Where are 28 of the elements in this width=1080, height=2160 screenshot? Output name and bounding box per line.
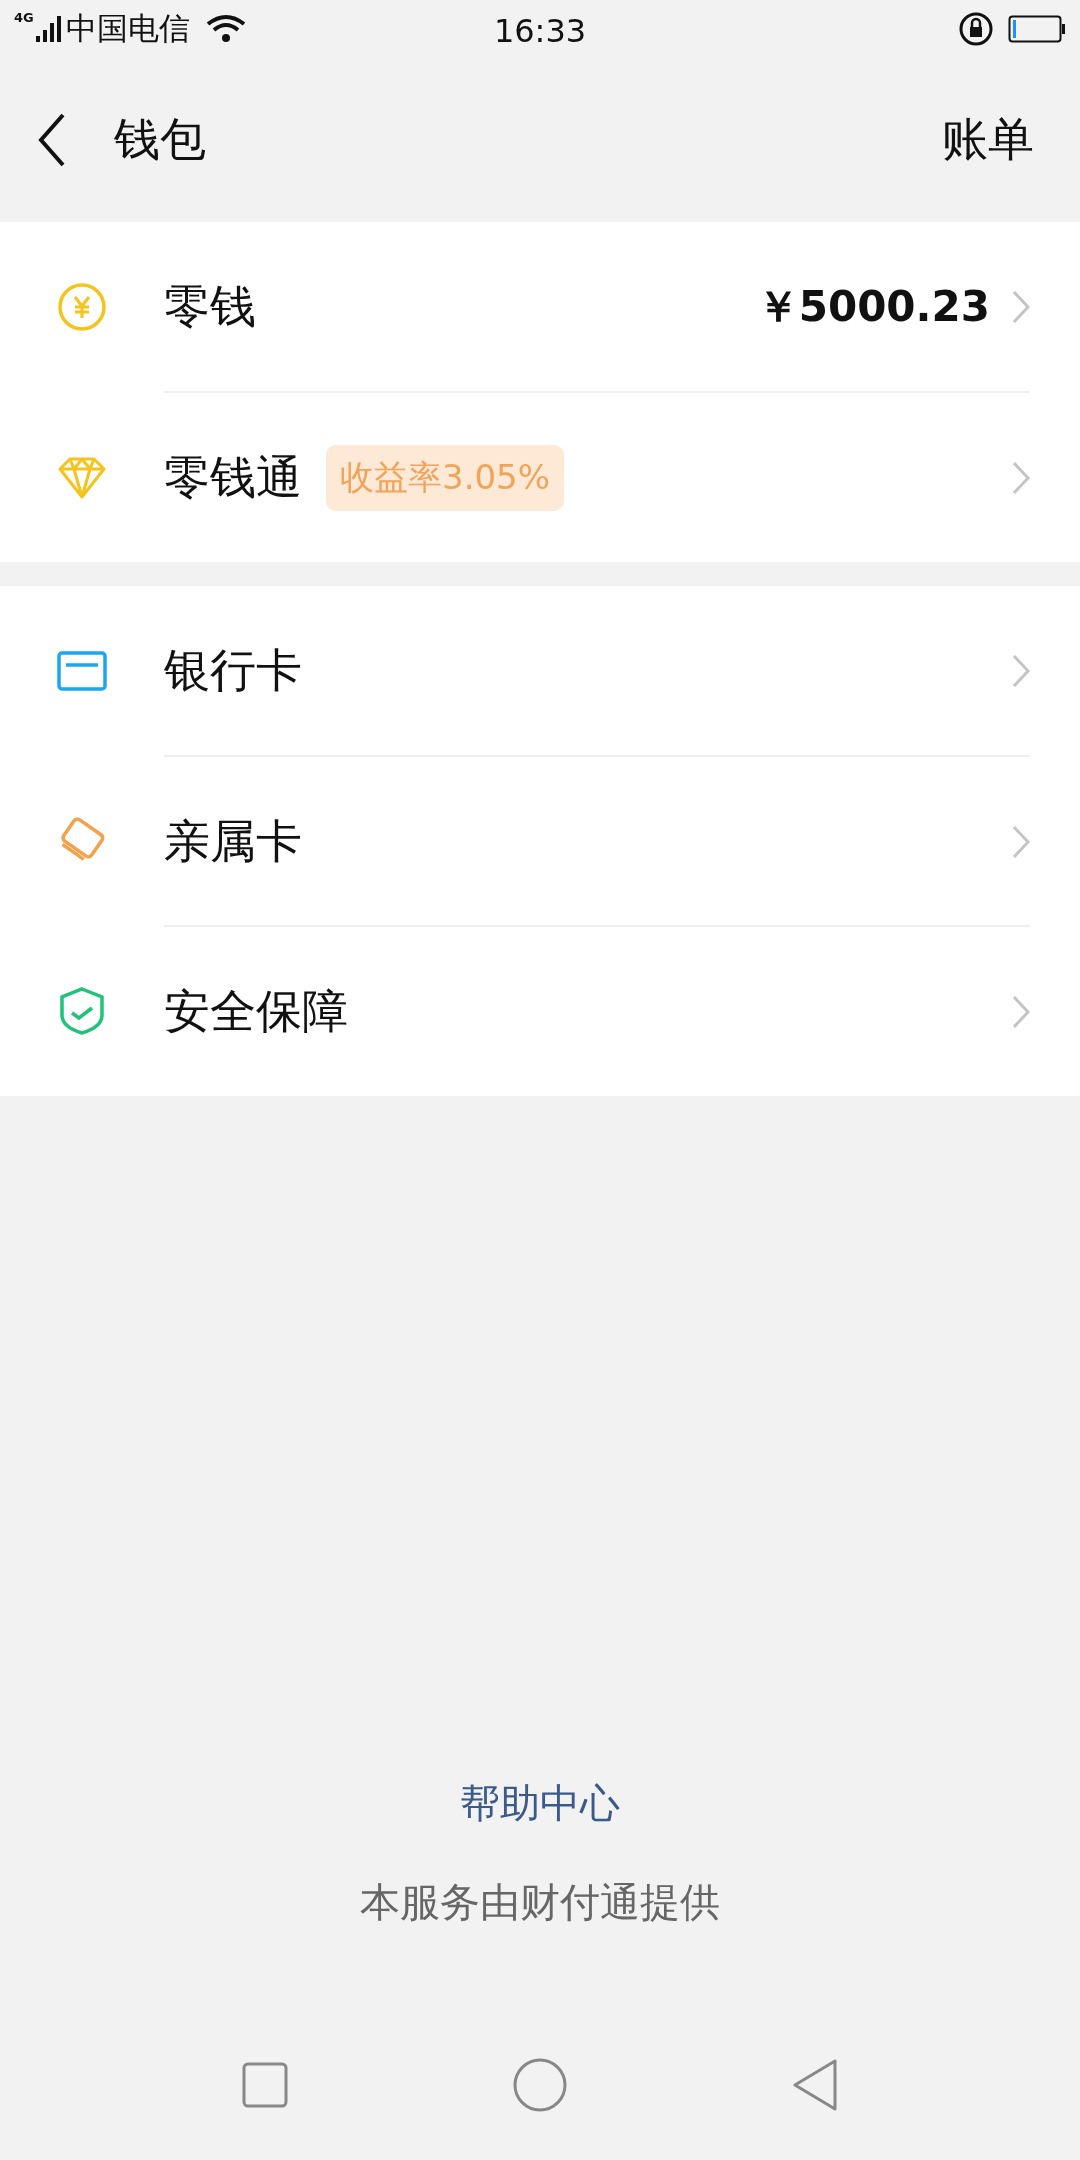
recents-icon[interactable]: [242, 2062, 289, 2108]
menu-item-label[interactable]: 安全保障: [164, 981, 348, 1043]
yield-badge: 收益率3.05%: [326, 445, 564, 511]
battery-icon: [1008, 15, 1066, 43]
balance-amount: ￥5000.23: [756, 281, 990, 333]
signal-icon: [35, 16, 62, 42]
carrier-name: 中国电信: [65, 9, 190, 48]
back-icon[interactable]: [38, 113, 66, 167]
network-type: 4G: [14, 10, 34, 25]
chevron-icon: [1012, 461, 1030, 495]
home-icon[interactable]: [513, 2058, 567, 2112]
back-nav-icon[interactable]: [791, 2059, 838, 2111]
wifi-icon: [205, 14, 248, 44]
menu-item-label[interactable]: 零钱: [164, 276, 256, 338]
clock-time: 16:33: [492, 12, 588, 50]
page-title: 钱包: [114, 111, 206, 168]
coin-icon: [56, 281, 108, 333]
chevron-icon: [1012, 290, 1030, 324]
menu-item-label[interactable]: 亲属卡: [164, 811, 302, 873]
chevron-icon: [1012, 995, 1030, 1029]
chevron-icon: [1012, 825, 1030, 859]
menu-item-label[interactable]: 零钱通: [164, 447, 302, 509]
bill-link[interactable]: 账单: [942, 109, 1034, 171]
provider-note: 本服务由财付通提供: [360, 1878, 720, 1927]
help-center-link[interactable]: 帮助中心: [460, 1776, 620, 1831]
menu-item-label[interactable]: 银行卡: [164, 640, 302, 702]
chevron-icon: [1012, 654, 1030, 688]
rotation-lock-icon: [958, 11, 994, 47]
